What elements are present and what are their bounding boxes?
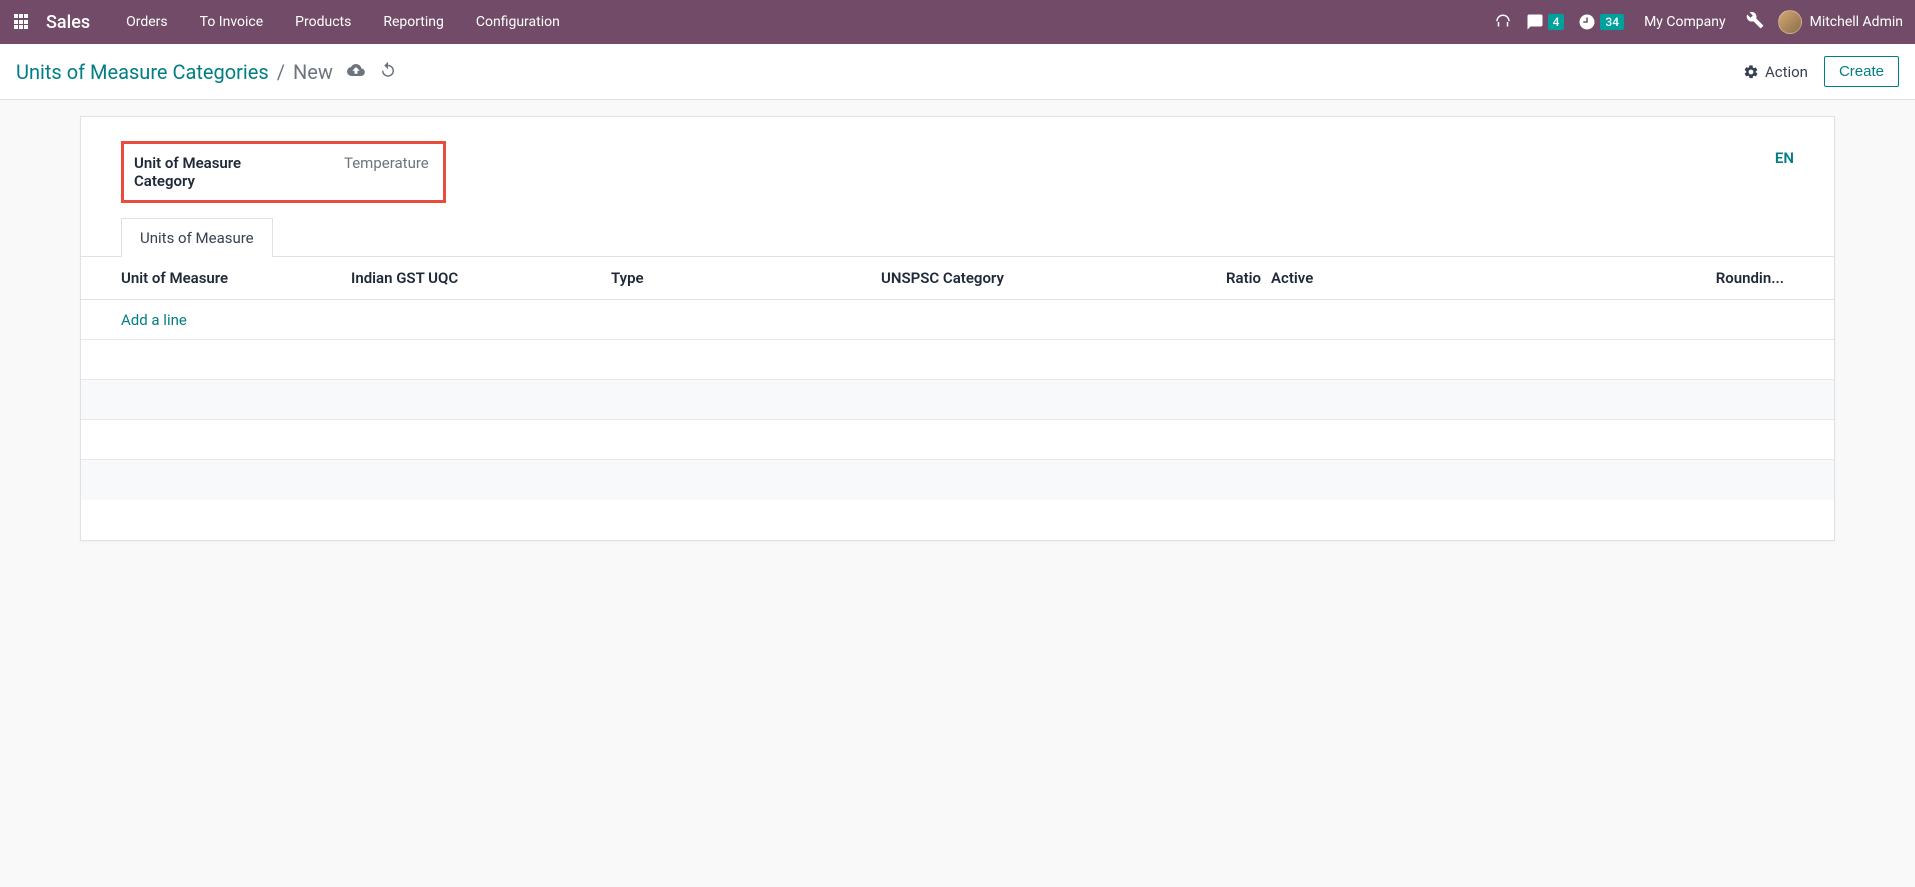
discard-icon[interactable] <box>379 61 397 83</box>
uom-table: Unit of Measure Indian GST UQC Type UNSP… <box>81 256 1834 500</box>
breadcrumb-separator: / <box>277 60 285 84</box>
breadcrumb-current: New <box>293 60 333 84</box>
save-cloud-icon[interactable] <box>347 61 365 83</box>
top-navbar: Sales Orders To Invoice Products Reporti… <box>0 0 1915 44</box>
activities-badge: 34 <box>1600 14 1624 30</box>
table-row: Add a line <box>81 300 1834 340</box>
nav-orders[interactable]: Orders <box>112 14 182 30</box>
form-card: Unit of Measure Category Temperature EN … <box>80 116 1835 541</box>
messages-badge: 4 <box>1548 14 1565 30</box>
nav-products[interactable]: Products <box>281 14 365 30</box>
category-field-input[interactable]: Temperature <box>344 154 429 172</box>
create-button[interactable]: Create <box>1824 56 1899 87</box>
control-panel: Units of Measure Categories / New Action… <box>0 44 1915 100</box>
col-header-rounding[interactable]: Roundin... <box>1331 269 1794 287</box>
company-switcher[interactable]: My Company <box>1638 14 1732 30</box>
col-header-uom[interactable]: Unit of Measure <box>121 269 351 287</box>
table-row[interactable] <box>81 340 1834 380</box>
voip-icon[interactable] <box>1494 13 1512 31</box>
form-header-row: Unit of Measure Category Temperature EN <box>81 141 1834 203</box>
breadcrumb-parent[interactable]: Units of Measure Categories <box>16 60 269 84</box>
table-row[interactable] <box>81 420 1834 460</box>
table-header-row: Unit of Measure Indian GST UQC Type UNSP… <box>81 257 1834 300</box>
table-row[interactable] <box>81 460 1834 500</box>
debug-icon[interactable] <box>1746 11 1764 33</box>
activities-button[interactable]: 34 <box>1578 13 1624 31</box>
avatar-icon <box>1778 10 1802 34</box>
main-content: Unit of Measure Category Temperature EN … <box>0 100 1915 557</box>
apps-menu-icon[interactable] <box>12 12 32 32</box>
col-header-gst[interactable]: Indian GST UQC <box>351 269 611 287</box>
navbar-right: 4 34 My Company Mitchell Admin <box>1494 10 1903 34</box>
col-header-active[interactable]: Active <box>1261 269 1331 287</box>
add-line-link[interactable]: Add a line <box>121 311 187 329</box>
app-brand[interactable]: Sales <box>46 12 90 33</box>
category-field-highlight: Unit of Measure Category Temperature <box>121 141 446 203</box>
col-header-ratio[interactable]: Ratio <box>1211 269 1261 287</box>
action-menu-button[interactable]: Action <box>1743 63 1808 81</box>
user-menu[interactable]: Mitchell Admin <box>1778 10 1903 34</box>
navbar-left: Sales Orders To Invoice Products Reporti… <box>12 12 574 33</box>
nav-configuration[interactable]: Configuration <box>462 14 574 30</box>
nav-reporting[interactable]: Reporting <box>369 14 458 30</box>
action-label: Action <box>1765 63 1808 81</box>
nav-to-invoice[interactable]: To Invoice <box>186 14 278 30</box>
category-field-label: Unit of Measure Category <box>134 154 284 190</box>
breadcrumb: Units of Measure Categories / New <box>16 60 333 84</box>
tab-bar: Units of Measure <box>81 217 1834 256</box>
tab-units-of-measure[interactable]: Units of Measure <box>121 218 273 257</box>
col-header-unspsc[interactable]: UNSPSC Category <box>881 269 1211 287</box>
user-name: Mitchell Admin <box>1810 14 1903 30</box>
table-row[interactable] <box>81 380 1834 420</box>
control-actions: Action Create <box>1743 56 1899 87</box>
col-header-type[interactable]: Type <box>611 269 881 287</box>
messages-button[interactable]: 4 <box>1526 13 1565 31</box>
translate-button[interactable]: EN <box>1775 149 1794 167</box>
